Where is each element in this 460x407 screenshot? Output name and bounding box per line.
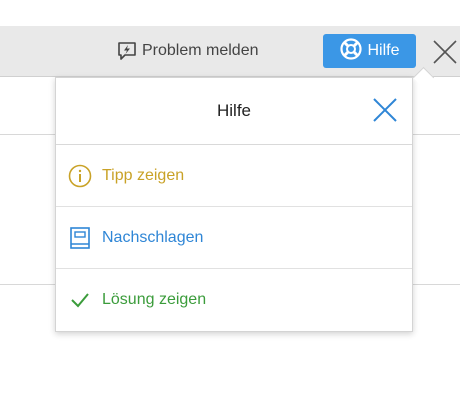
help-button-label: Hilfe <box>367 42 400 59</box>
lookup-item[interactable]: Nachschlagen <box>56 207 412 269</box>
checkmark-icon <box>68 288 92 312</box>
help-panel-title: Hilfe <box>216 101 251 120</box>
help-button[interactable]: Hilfe <box>323 34 416 68</box>
toolbar: Problem melden Hilfe <box>0 26 460 77</box>
show-solution-item[interactable]: Lösung zeigen <box>56 269 412 331</box>
close-icon[interactable] <box>430 38 460 66</box>
show-tip-label: Tipp zeigen <box>102 166 185 184</box>
lightning-speech-icon <box>116 40 138 62</box>
info-circle-icon <box>68 164 92 188</box>
report-problem-button[interactable]: Problem melden <box>116 38 259 64</box>
lookup-label: Nachschlagen <box>102 228 204 246</box>
show-tip-item[interactable]: Tipp zeigen <box>56 145 412 207</box>
top-strip <box>0 0 460 26</box>
lifebuoy-icon <box>339 37 363 66</box>
close-icon[interactable] <box>370 95 400 125</box>
report-problem-label: Problem melden <box>142 42 259 59</box>
help-panel-header: Hilfe <box>56 78 412 145</box>
show-solution-label: Lösung zeigen <box>102 291 207 308</box>
book-icon <box>68 226 92 250</box>
help-panel: Hilfe Tipp zeigen Nachschlagen Lösung ze… <box>55 66 435 332</box>
